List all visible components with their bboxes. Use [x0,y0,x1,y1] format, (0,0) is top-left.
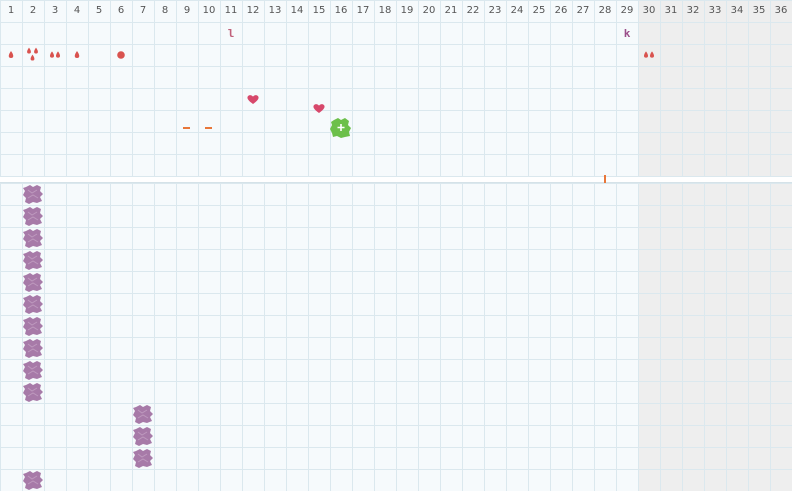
column-number: 16 [334,5,348,16]
purple-piece-icon[interactable] [22,359,44,381]
column-number: 9 [183,5,191,16]
column-number: 28 [598,5,612,16]
column-number: 32 [686,5,700,16]
column-number: 17 [356,5,370,16]
column-number: 13 [268,5,282,16]
column-number: 34 [730,5,744,16]
column-number: 8 [161,5,169,16]
column-number: 11 [224,5,238,16]
green-piece-icon [328,115,354,141]
heart-icon [240,86,266,112]
letter-l-icon: l [218,20,244,46]
column-number: 2 [29,5,37,16]
column-number: 12 [246,5,260,16]
dot-icon [108,42,134,68]
column-number: 22 [466,5,480,16]
purple-piece-icon[interactable] [22,293,44,315]
purple-piece-icon[interactable] [132,403,154,425]
column-number: 18 [378,5,392,16]
purple-piece-icon[interactable] [132,425,154,447]
game-board[interactable]: 1 2 3 4 5 6 7 8 9 10 11 12 13 14 15 16 17 18 19 20 21 22 23 24 2… [0,0,792,491]
column-number: 6 [117,5,125,16]
purple-piece-icon[interactable] [22,205,44,227]
purple-piece-icon[interactable] [22,183,44,205]
purple-piece-icon[interactable] [22,315,44,337]
column-number: 5 [95,5,103,16]
purple-piece-icon[interactable] [22,469,44,491]
drop-icon [64,42,90,68]
dimmed-area [638,0,792,491]
letter-k-icon-label: k [623,26,631,40]
column-number: 20 [422,5,436,16]
drop-pair-icon [636,42,662,68]
column-number: 33 [708,5,722,16]
column-number: 35 [752,5,766,16]
purple-piece-icon[interactable] [132,447,154,469]
column-number: 23 [488,5,502,16]
board-grid [0,0,792,491]
column-number: 21 [444,5,458,16]
column-number: 27 [576,5,590,16]
column-number: 15 [312,5,326,16]
column-number: 7 [139,5,147,16]
column-number: 30 [642,5,656,16]
purple-piece-icon[interactable] [22,337,44,359]
column-number: 19 [400,5,414,16]
column-number: 10 [202,5,216,16]
column-number: 1 [7,5,15,16]
column-number: 24 [510,5,524,16]
tick-icon [592,166,618,192]
column-number: 26 [554,5,568,16]
column-number: 29 [620,5,634,16]
column-number: 31 [664,5,678,16]
column-number: 25 [532,5,546,16]
column-number: 36 [774,5,788,16]
column-number: 4 [73,5,81,16]
letter-l-icon-label: l [227,26,235,40]
dash-icon [196,115,222,141]
purple-piece-icon[interactable] [22,271,44,293]
column-number: 3 [51,5,59,16]
purple-piece-icon[interactable] [22,227,44,249]
purple-piece-icon[interactable] [22,249,44,271]
purple-piece-icon[interactable] [22,381,44,403]
column-number: 14 [290,5,304,16]
